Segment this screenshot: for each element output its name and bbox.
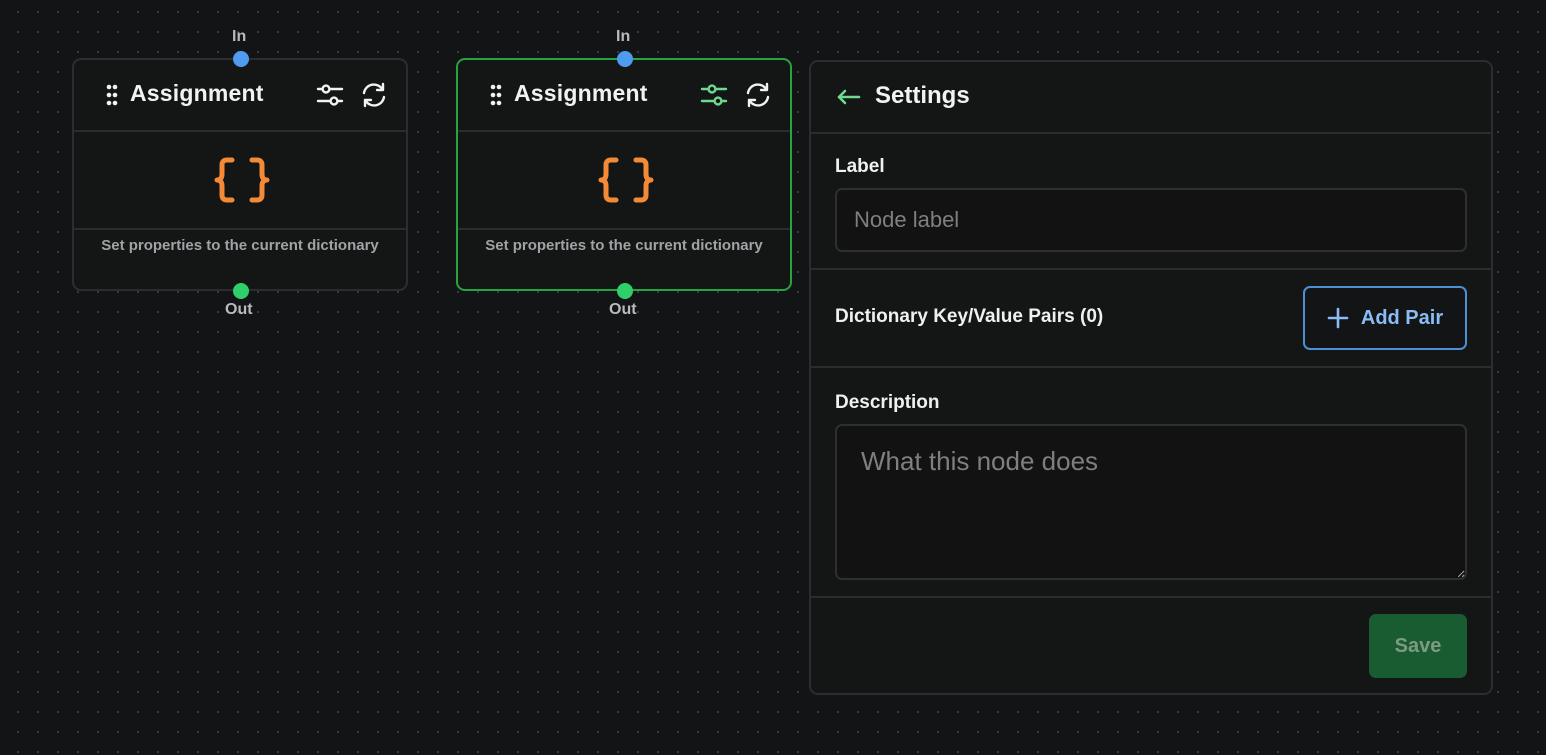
node-description: Set properties to the current dictionary <box>485 237 763 254</box>
curly-braces-icon <box>214 157 270 203</box>
node-label-input[interactable] <box>835 188 1467 252</box>
node-title: Assignment <box>514 80 648 106</box>
refresh-icon[interactable] <box>744 81 772 109</box>
node-1-input-port[interactable] <box>233 51 249 67</box>
assignment-node-1[interactable]: Assignment Set properties to the current… <box>72 58 408 291</box>
node-2-in-label: In <box>616 28 631 45</box>
settings-header: Settings <box>811 62 1491 134</box>
curly-braces-icon <box>598 157 654 203</box>
node-body <box>458 132 790 230</box>
sliders-icon[interactable] <box>700 81 728 109</box>
divider <box>811 268 1491 270</box>
description-textarea[interactable] <box>835 424 1467 580</box>
drag-handle-icon[interactable] <box>106 84 118 106</box>
add-pair-label: Add Pair <box>1360 306 1444 329</box>
description-field-label: Description <box>835 392 940 413</box>
divider <box>811 366 1491 368</box>
arrow-left-icon[interactable] <box>835 86 863 108</box>
node-2-input-port[interactable] <box>617 51 633 67</box>
node-2-out-label: Out <box>609 301 637 318</box>
node-title: Assignment <box>130 80 264 106</box>
label-field-label: Label <box>835 156 885 177</box>
pairs-section-label: Dictionary Key/Value Pairs (0) <box>835 306 1104 327</box>
settings-panel: Settings Label Dictionary Key/Value Pair… <box>809 60 1493 695</box>
node-1-out-label: Out <box>225 301 253 318</box>
settings-title: Settings <box>875 82 970 109</box>
node-description: Set properties to the current dictionary <box>101 237 379 254</box>
sliders-icon[interactable] <box>316 81 344 109</box>
drag-handle-icon[interactable] <box>490 84 502 106</box>
node-header[interactable]: Assignment <box>74 60 406 132</box>
refresh-icon[interactable] <box>360 81 388 109</box>
plus-icon <box>1327 307 1349 329</box>
node-2-output-port[interactable] <box>617 283 633 299</box>
node-body <box>74 132 406 230</box>
node-1-output-port[interactable] <box>233 283 249 299</box>
assignment-node-2[interactable]: Assignment Set properties to the current… <box>456 58 792 291</box>
save-button[interactable]: Save <box>1369 614 1467 678</box>
node-header[interactable]: Assignment <box>458 60 790 132</box>
node-1-in-label: In <box>232 28 247 45</box>
divider <box>811 596 1491 598</box>
add-pair-button[interactable]: Add Pair <box>1303 286 1467 350</box>
